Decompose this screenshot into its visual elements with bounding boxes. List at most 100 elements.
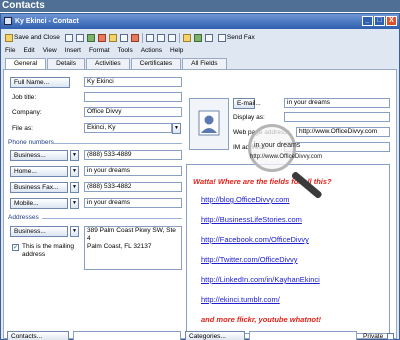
menu-file[interactable]: File [5,45,15,56]
general-tab-panel: Full Name... Ky Ekinci Job title: Compan… [3,69,397,339]
contacts-field[interactable] [73,331,181,340]
mailing-address-label-2: address [22,251,46,258]
phone-fax-field[interactable]: (888) 533-4882 [84,182,182,192]
file-as-field[interactable]: Ekinci, Ky [84,123,172,133]
tab-all-fields[interactable]: All Fields [182,58,227,69]
mailing-address-checkbox[interactable]: ✓ [12,244,19,251]
contact-photo[interactable] [189,98,229,150]
save-icon [5,33,13,42]
email-button[interactable]: E-mail... [233,98,261,109]
toolbar-separator [141,32,143,43]
contacts-button[interactable]: Contacts... [7,331,69,340]
address-line-1: 389 Palm Coast Pkwy SW, Ste 4 [87,227,176,242]
file-as-label: File as: [12,125,33,132]
phone-business-dropdown[interactable]: ▼ [70,150,79,161]
toolbar: Save and Close Send Fax [3,31,397,44]
phone-mobile-button[interactable]: Mobile... [10,198,68,209]
phone-mobile-dropdown[interactable]: ▼ [70,198,79,209]
menu-format[interactable]: Format [89,45,110,56]
menu-tools[interactable]: Tools [118,45,133,56]
next-icon[interactable] [156,33,165,42]
file-as-dropdown[interactable]: ▼ [172,123,181,134]
send-fax-label: Send Fax [226,34,255,41]
picture-icon[interactable] [119,33,128,42]
tab-details[interactable]: Details [47,58,85,69]
menu-edit[interactable]: Edit [23,45,34,56]
tab-certificates[interactable]: Certificates [130,58,182,69]
toolbar-separator-2 [178,32,180,43]
contact-window: Ky Ekinci - Contact _ □ X Save and Close… [0,13,400,340]
menu-help[interactable]: Help [170,45,183,56]
job-title-label: Job title: [12,94,37,101]
delete-icon[interactable] [130,33,139,42]
send-fax-button[interactable]: Send Fax [216,32,257,43]
private-label: Private [363,333,384,340]
phone-business-field[interactable]: (888) 533-4889 [84,150,182,160]
display-as-label: Display as: [233,114,265,121]
phone-section-title: Phone numbers [8,139,54,146]
save-close-button[interactable]: Save and Close [3,32,62,43]
phone-fax-dropdown[interactable]: ▼ [70,182,79,193]
address-type-dropdown[interactable]: ▼ [70,226,79,237]
menu-insert[interactable]: Insert [65,45,81,56]
print-icon[interactable] [75,33,84,42]
address-field[interactable]: 389 Palm Coast Pkwy SW, Ste 4 Palm Coast… [84,226,182,270]
phone-home-field[interactable]: in your dreams [84,166,182,176]
close-button[interactable]: X [386,16,397,26]
tab-activities[interactable]: Activities [86,58,130,69]
phone-mobile-field[interactable]: in your dreams [84,198,182,208]
addresses-section-title: Addresses [8,214,39,221]
previous-icon[interactable] [145,33,154,42]
phone-home-button[interactable]: Home... [10,166,68,177]
save-icon-small[interactable] [64,33,73,42]
attach-icon[interactable] [86,33,95,42]
notes-footer: and more flickr, youtube whatnot! [201,315,322,324]
addresses-section-divider [42,218,182,219]
task-icon[interactable] [193,33,202,42]
web-page-field[interactable]: http://www.OfficeDivvy.com [296,127,390,137]
tab-strip: General Details Activities Certificates … [5,58,228,70]
full-name-field[interactable]: Ky Ekinci [84,77,182,87]
magnified-web-text: http://www.OfficeDivvy.com [250,154,323,160]
save-close-label: Save and Close [14,34,60,41]
address-business-button[interactable]: Business... [10,226,68,237]
email-field[interactable]: in your dreams [284,98,390,108]
notes-link-tumblr[interactable]: http://ekinci.tumblr.com/ [201,295,280,304]
menu-actions[interactable]: Actions [141,45,162,56]
window-titlebar: Ky Ekinci - Contact _ □ X [1,14,399,29]
menu-view[interactable]: View [43,45,57,56]
address-card-icon[interactable] [108,33,117,42]
notes-link-twitter[interactable]: http://Twitter.com/OfficeDivvy [201,255,298,264]
minimize-button[interactable]: _ [362,16,373,26]
window-title: Ky Ekinci - Contact [15,18,79,25]
fax-icon [217,33,226,42]
notes-link-blog[interactable]: http://blog.OfficeDivvy.com [201,195,290,204]
categories-button[interactable]: Categories... [185,331,245,340]
display-as-field[interactable] [284,112,390,122]
notes-link-facebook[interactable]: http://Facebook.com/OfficeDivvy [201,235,309,244]
job-title-field[interactable] [84,92,182,102]
private-checkbox[interactable] [387,333,394,340]
help-icon[interactable] [167,33,176,42]
phone-home-dropdown[interactable]: ▼ [70,166,79,177]
notes-link-businesslifestories[interactable]: http://BusinessLifeStories.com [201,215,302,224]
full-name-button[interactable]: Full Name... [10,77,70,88]
categories-field[interactable] [249,331,357,340]
calendar-icon[interactable] [182,33,191,42]
address-line-2: Palm Coast, FL 32137 [87,243,152,250]
menu-bar: File Edit View Insert Format Tools Actio… [3,45,397,56]
flag-icon[interactable] [97,33,106,42]
notes-area[interactable]: Watta! Where are the fields for all this… [186,164,390,334]
phone-fax-button[interactable]: Business Fax... [10,182,68,193]
contact-app-icon [4,17,12,25]
bottom-bar: Contacts... Categories... Private [3,331,397,340]
phone-business-button[interactable]: Business... [10,150,68,161]
contact-silhouette-icon [198,110,220,136]
phone-icon[interactable] [204,33,213,42]
mailing-address-label-1: This is the mailing [22,243,75,250]
page-title: Contacts [0,0,400,12]
notes-link-linkedin[interactable]: http://LinkedIn.com/in/KayhanEkinci [201,275,320,284]
company-field[interactable]: Office Divvy [84,107,182,117]
maximize-button[interactable]: □ [374,16,385,26]
magnified-email-text: in your dreams [254,142,301,149]
